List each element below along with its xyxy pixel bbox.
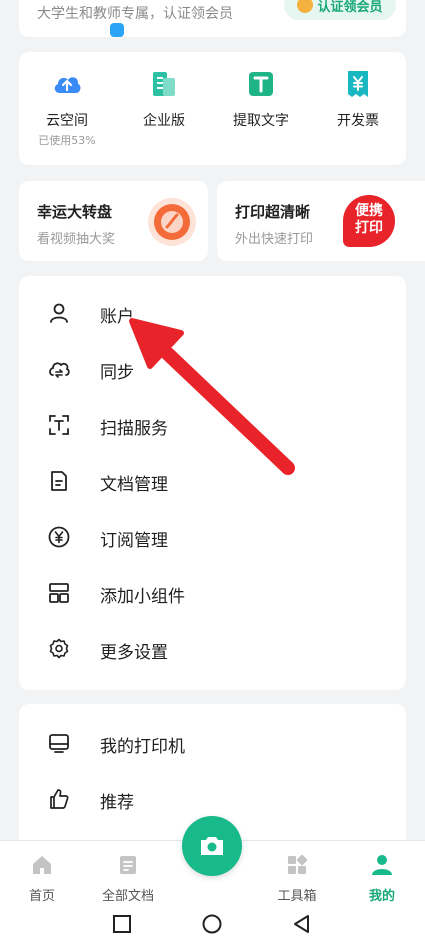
thumbs-up-icon bbox=[50, 789, 69, 809]
menu-item-add-widget[interactable]: 添加小组件 bbox=[19, 565, 406, 621]
nav-label: 我的 bbox=[368, 889, 395, 904]
quick-tools-card: 云空间 已使用53% 企业版 提取文字 开发票 bbox=[19, 52, 406, 165]
nav-toolbox[interactable]: 工具箱 bbox=[257, 853, 337, 904]
yen-circle-icon bbox=[48, 526, 70, 548]
tool-invoice[interactable]: 开发票 bbox=[310, 68, 406, 130]
tool-extract-text[interactable]: 提取文字 bbox=[213, 68, 309, 130]
tool-label: 开发票 bbox=[337, 113, 379, 129]
camera-button[interactable] bbox=[182, 816, 242, 876]
lucky-wheel-tile[interactable]: 幸运大转盘 看视频抽大奖 bbox=[19, 181, 208, 261]
nav-home[interactable]: 首页 bbox=[2, 853, 82, 904]
student-promo-card[interactable]: 大学生和教师专属，认证领会员 认证领会员 bbox=[19, 0, 406, 37]
tile-title: 打印超清晰 bbox=[235, 203, 311, 221]
menu-item-label: 文档管理 bbox=[100, 475, 168, 495]
coin-icon bbox=[297, 0, 314, 13]
document-icon bbox=[51, 471, 67, 491]
tool-usage: 已使用53% bbox=[38, 134, 96, 147]
chat-bubble-icon bbox=[110, 23, 124, 37]
recent-apps-icon[interactable] bbox=[110, 912, 134, 936]
badge-line: 便携 bbox=[355, 203, 383, 219]
nav-label: 首页 bbox=[28, 889, 55, 904]
menu-item-label: 同步 bbox=[100, 363, 134, 383]
promo-subtitle: 大学生和教师专属，认证领会员 bbox=[37, 6, 233, 22]
tile-subtitle: 外出快速打印 bbox=[235, 232, 314, 247]
toolbox-icon bbox=[288, 854, 308, 874]
camera-icon bbox=[201, 837, 223, 855]
menu-item-label: 订阅管理 bbox=[100, 531, 168, 551]
nav-me[interactable]: 我的 bbox=[342, 853, 422, 904]
menu-item-subscription[interactable]: 订阅管理 bbox=[19, 509, 406, 565]
invoice-icon bbox=[342, 68, 374, 100]
certify-button[interactable]: 认证领会员 bbox=[284, 0, 396, 20]
menu-item-my-printer[interactable]: 我的打印机 bbox=[19, 715, 406, 771]
tool-label: 提取文字 bbox=[233, 113, 289, 129]
nav-label: 全部文档 bbox=[101, 889, 154, 904]
user-icon bbox=[50, 303, 68, 323]
menu-item-label: 账户 bbox=[100, 307, 134, 327]
menu-item-label: 扫描服务 bbox=[100, 419, 168, 439]
printer-icon bbox=[49, 734, 69, 753]
home-icon bbox=[33, 856, 51, 874]
menu-item-document-management[interactable]: 文档管理 bbox=[19, 453, 406, 509]
menu-item-sync[interactable]: 同步 bbox=[19, 341, 406, 397]
menu-item-more-settings[interactable]: 更多设置 bbox=[19, 621, 406, 677]
tool-label: 云空间 bbox=[46, 113, 88, 129]
portable-print-badge: 便携 打印 bbox=[343, 195, 395, 247]
enterprise-icon bbox=[148, 68, 180, 100]
tool-label: 企业版 bbox=[143, 113, 185, 129]
extract-text-icon bbox=[245, 68, 277, 100]
back-triangle-icon[interactable] bbox=[290, 912, 314, 936]
nav-label: 工具箱 bbox=[277, 889, 317, 904]
menu-item-account[interactable]: 账户 bbox=[19, 285, 406, 341]
widget-icon bbox=[49, 583, 69, 603]
menu-item-label: 添加小组件 bbox=[100, 587, 185, 607]
certify-button-label: 认证领会员 bbox=[317, 0, 383, 15]
tool-cloud-space[interactable]: 云空间 已使用53% bbox=[19, 68, 115, 148]
tool-enterprise[interactable]: 企业版 bbox=[116, 68, 212, 130]
portable-print-tile[interactable]: 打印超清晰 外出快速打印 便携 打印 bbox=[217, 181, 425, 261]
nav-all-documents[interactable]: 全部文档 bbox=[88, 853, 168, 904]
profile-icon bbox=[372, 855, 392, 875]
settings-menu: 账户 同步 扫描服务 文档管理 订阅管理 添加小组件 更多设置 bbox=[19, 276, 406, 690]
gear-icon bbox=[49, 638, 69, 659]
cloud-sync-icon bbox=[49, 362, 70, 378]
lucky-wheel-icon bbox=[148, 198, 196, 246]
system-navigation-bar bbox=[0, 904, 425, 944]
menu-item-label: 推荐 bbox=[100, 793, 134, 813]
tile-title: 幸运大转盘 bbox=[37, 203, 113, 221]
documents-icon bbox=[120, 856, 136, 874]
cloud-upload-icon bbox=[51, 68, 83, 100]
home-circle-icon[interactable] bbox=[200, 912, 224, 936]
badge-line: 打印 bbox=[355, 220, 383, 236]
scan-text-icon bbox=[49, 415, 69, 435]
menu-item-label: 更多设置 bbox=[100, 643, 168, 663]
tile-subtitle: 看视频抽大奖 bbox=[37, 232, 116, 247]
menu-item-scan-service[interactable]: 扫描服务 bbox=[19, 397, 406, 453]
menu-item-label: 我的打印机 bbox=[100, 737, 185, 757]
